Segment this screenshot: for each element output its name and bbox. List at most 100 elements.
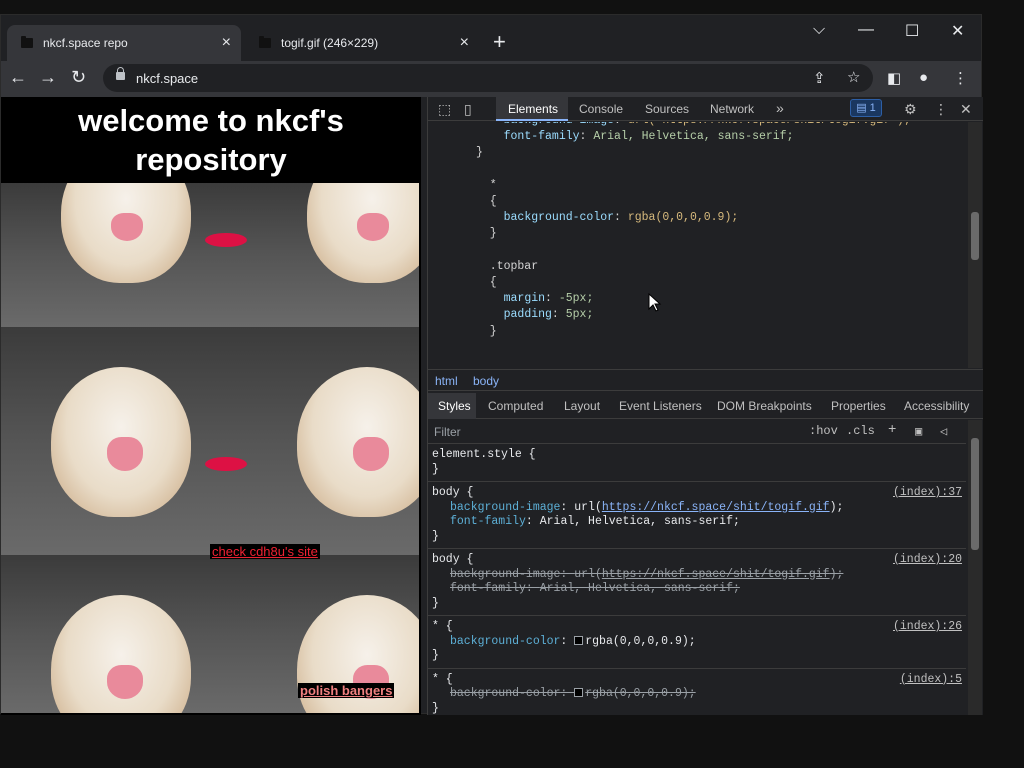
tab-console[interactable]: Console — [579, 102, 623, 116]
color-swatch[interactable] — [574, 688, 584, 697]
style-rule[interactable]: body { (index):20 background-image: url(ht… — [428, 550, 966, 616]
tab-styles[interactable]: Styles — [438, 399, 471, 413]
tab-network[interactable]: Network — [710, 102, 754, 116]
toggle-sidebar-icon[interactable]: ◁ — [940, 424, 947, 439]
address-bar[interactable]: nkcf.space ⇪ ☆ — [103, 64, 873, 92]
close-window-button[interactable]: ✕ — [951, 21, 964, 41]
tab-nkcf-repo[interactable]: nkcf.space repo × — [7, 25, 241, 61]
style-declaration[interactable]: background-image: url(https://nkcf.space… — [450, 568, 843, 581]
breadcrumb-html[interactable]: html — [435, 374, 458, 388]
style-declaration[interactable]: font-family: Arial, Helvetica, sans-seri… — [450, 582, 740, 595]
inspect-element-icon[interactable]: ⬚ — [438, 101, 451, 118]
rule-selector[interactable]: element.style { — [432, 448, 536, 461]
devtools-tabbar: ⬚ ▯ Elements Console Sources Network » ▤… — [428, 97, 983, 121]
resource-link[interactable]: https://nkcf.space/shit/togif.gif — [602, 501, 830, 514]
rule-close-brace: } — [432, 462, 439, 476]
style-declaration[interactable]: background-color: rgba(0,0,0,0.9); — [450, 635, 696, 648]
browser-toolbar: ← → ↻ nkcf.space ⇪ ☆ ◧ ● ⋮ — [1, 61, 981, 97]
rule-close-brace: } — [432, 596, 439, 610]
tab-event-listeners[interactable]: Event Listeners — [619, 399, 702, 413]
tab-accessibility[interactable]: Accessibility — [904, 399, 969, 413]
style-declaration[interactable]: font-family: Arial, Helvetica, sans-seri… — [450, 515, 740, 528]
page-title: welcome to nkcf's repository — [78, 103, 344, 177]
color-swatch[interactable] — [574, 635, 584, 645]
tab-togif[interactable]: togif.gif (246×229) × — [245, 25, 479, 61]
breadcrumb-body[interactable]: body — [473, 374, 499, 388]
cat-gif-tile — [1, 327, 247, 555]
cat-gif-tile — [247, 183, 419, 327]
lock-icon[interactable] — [116, 67, 125, 80]
tab-dom-breakpoints[interactable]: DOM Breakpoints — [717, 399, 812, 413]
share-icon[interactable]: ⇪ — [813, 69, 826, 87]
url-text: nkcf.space — [136, 71, 199, 86]
tab-title: togif.gif (246×229) — [281, 36, 379, 50]
tab-search-icon[interactable]: ⌵ — [813, 21, 825, 39]
source-line: margin: -5px; — [503, 292, 594, 306]
settings-gear-icon[interactable]: ⚙ — [904, 101, 917, 118]
new-tab-button[interactable]: + — [493, 31, 506, 53]
source-line: font-family: Arial, Helvetica, sans-seri… — [503, 130, 794, 144]
breadcrumb: html body — [428, 369, 983, 391]
folder-icon — [259, 36, 271, 48]
folder-icon — [21, 36, 33, 48]
source-line: background-image: url("https://nkcf.spac… — [476, 122, 911, 127]
resource-link[interactable]: https://nkcf.space/shit/togif.gif — [602, 568, 830, 581]
source-line: padding: 5px; — [503, 308, 594, 322]
cat-gif-tile — [1, 183, 247, 327]
rule-origin-link[interactable]: (index):20 — [893, 553, 962, 566]
rule-origin-link[interactable]: (index):37 — [893, 486, 962, 499]
close-tab-icon[interactable]: × — [460, 35, 469, 51]
bookmark-star-icon[interactable]: ☆ — [847, 68, 860, 86]
devtools-panel: ⬚ ▯ Elements Console Sources Network » ▤… — [427, 97, 983, 715]
close-devtools-icon[interactable]: ✕ — [960, 101, 972, 118]
rule-selector[interactable]: body { — [432, 486, 473, 499]
source-line: background-color: rgba(0,0,0,0.9); — [503, 211, 739, 225]
issues-count: 1 — [869, 102, 876, 114]
filter-input[interactable]: Filter — [434, 425, 461, 439]
rule-selector[interactable]: * { — [432, 673, 453, 686]
content-area: welcome to nkcf's repository check cdh8u… — [1, 97, 983, 715]
cdh8u-site-link[interactable]: check cdh8u's site — [210, 544, 320, 559]
menu-icon[interactable]: ⋮ — [953, 69, 968, 87]
style-rule[interactable]: element.style {} — [428, 445, 966, 482]
rule-selector[interactable]: * { — [432, 620, 453, 633]
devtools-menu-icon[interactable]: ⋮ — [934, 101, 948, 118]
new-rule-button[interactable]: + — [888, 422, 896, 438]
minimize-button[interactable]: — — [858, 21, 874, 39]
style-rule[interactable]: body { (index):37 background-image: url(ht… — [428, 483, 966, 549]
style-rule[interactable]: * { (index):5 background-color: rgba(0,0,0… — [428, 670, 966, 716]
rule-origin-link[interactable]: (index):26 — [893, 620, 962, 633]
source-line: } — [476, 324, 497, 338]
back-button[interactable]: ← — [9, 67, 27, 88]
profile-icon[interactable]: ● — [919, 69, 928, 86]
tab-sources[interactable]: Sources — [645, 102, 689, 116]
forward-button[interactable]: → — [39, 67, 57, 88]
styles-scrollbar[interactable] — [968, 420, 982, 715]
style-declaration[interactable]: background-color: rgba(0,0,0,0.9); — [450, 687, 696, 700]
tab-computed[interactable]: Computed — [488, 399, 543, 413]
paint-icon[interactable]: ▣ — [915, 424, 922, 439]
device-toolbar-icon[interactable]: ▯ — [464, 101, 472, 118]
source-view[interactable]: background-image: url("https://nkcf.spac… — [428, 122, 966, 368]
more-tabs-icon[interactable]: » — [776, 100, 784, 116]
style-declaration[interactable]: background-image: url(https://nkcf.space… — [450, 501, 843, 514]
tab-title: nkcf.space repo — [43, 36, 128, 50]
rule-origin-link[interactable]: (index):5 — [900, 673, 962, 686]
hov-toggle[interactable]: :hov — [809, 424, 838, 438]
side-panel-icon[interactable]: ◧ — [887, 69, 901, 87]
close-tab-icon[interactable]: × — [222, 35, 231, 51]
source-scrollbar[interactable] — [968, 122, 982, 368]
cat-gif-tile — [1, 555, 247, 713]
reload-button[interactable]: ↻ — [71, 67, 86, 88]
issues-badge[interactable]: ▤ 1 — [850, 99, 882, 117]
tab-elements[interactable]: Elements — [508, 102, 558, 116]
rule-selector[interactable]: body { — [432, 553, 473, 566]
tab-layout[interactable]: Layout — [564, 399, 600, 413]
maximize-button[interactable]: ☐ — [905, 21, 919, 41]
styles-panel-tabs: Styles Computed Layout Event Listeners D… — [428, 393, 983, 419]
tab-properties[interactable]: Properties — [831, 399, 886, 413]
browser-window: nkcf.space repo × togif.gif (246×229) × … — [0, 14, 983, 715]
polish-bangers-link[interactable]: polish bangers — [298, 683, 395, 698]
cls-toggle[interactable]: .cls — [846, 424, 875, 438]
style-rule[interactable]: * { (index):26 background-color: rgba(0,0,… — [428, 617, 966, 669]
